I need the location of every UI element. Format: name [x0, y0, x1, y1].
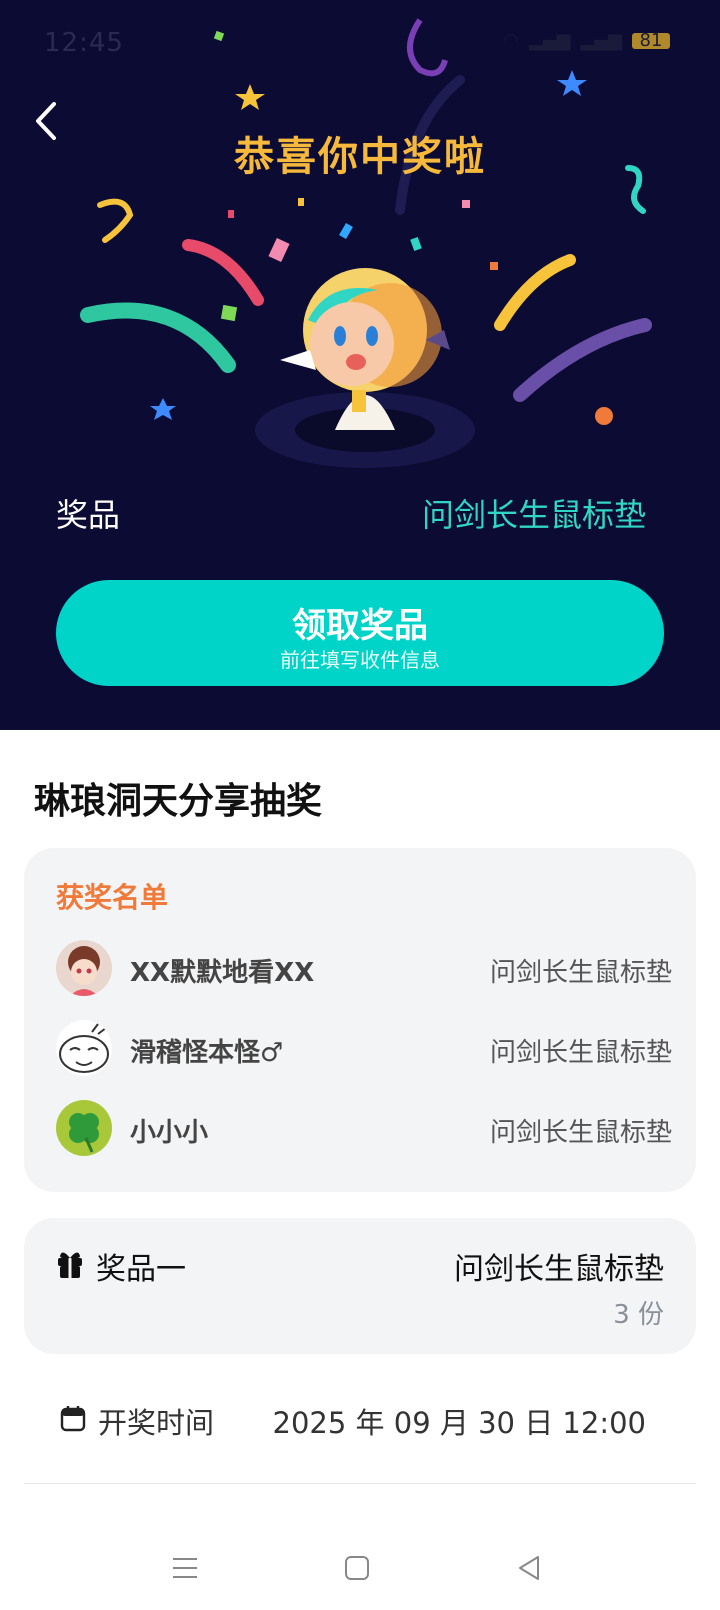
claim-button-sublabel: 前往填写收件信息	[280, 648, 440, 672]
nav-back-button[interactable]	[510, 1548, 550, 1588]
winners-card: 获奖名单 XX默默地看XX 问剑长生鼠标垫 滑稽怪本怪♂ 问剑长生鼠标垫 小小小…	[24, 848, 696, 1192]
winner-row[interactable]: 小小小 问剑长生鼠标垫	[56, 1100, 672, 1158]
prize-card-name: 问剑长生鼠标垫	[454, 1252, 664, 1287]
claim-prize-button[interactable]: 领取奖品 前往填写收件信息	[56, 580, 664, 686]
status-icons: ◠ ▂▄▆ ▂▄▆ 81	[503, 30, 670, 51]
wifi-icon: ◠	[503, 30, 519, 51]
nav-menu-button[interactable]	[165, 1548, 205, 1588]
hero-banner: 12:45 ◠ ▂▄▆ ▂▄▆ 81 恭喜你中奖啦 奖品 问剑长生鼠标垫 领取奖…	[0, 0, 720, 730]
nav-home-button[interactable]	[337, 1548, 377, 1588]
signal-icon: ▂▄▆	[528, 30, 571, 51]
system-nav-bar	[0, 1530, 720, 1610]
winner-prize: 问剑长生鼠标垫	[489, 1118, 672, 1148]
draw-time-row: 开奖时间 2025 年 09 月 30 日 12:00	[56, 1398, 646, 1448]
prize-row: 奖品 问剑长生鼠标垫	[56, 486, 646, 536]
avatar	[56, 1020, 112, 1076]
battery-icon: 81	[632, 31, 670, 49]
winner-prize: 问剑长生鼠标垫	[489, 1038, 672, 1068]
draw-time-label: 开奖时间	[98, 1406, 215, 1440]
calendar-icon	[60, 1406, 86, 1432]
prize-card-count: 3 份	[613, 1300, 664, 1330]
draw-time-value: 2025 年 09 月 30 日 12:00	[272, 1406, 647, 1440]
avatar	[56, 1100, 112, 1156]
winner-name: 滑稽怪本怪♂	[130, 1038, 284, 1068]
mascot-illustration	[255, 268, 475, 468]
claim-button-label: 领取奖品	[292, 606, 428, 646]
prize-value: 问剑长生鼠标垫	[421, 496, 646, 534]
winner-name: 小小小	[130, 1118, 209, 1148]
avatar	[56, 940, 112, 996]
divider	[24, 1483, 696, 1484]
status-time: 12:45	[44, 28, 124, 58]
prize-card-label: 奖品一	[96, 1252, 186, 1287]
prize-label: 奖品	[56, 496, 121, 534]
square-icon	[345, 1556, 369, 1580]
winner-prize: 问剑长生鼠标垫	[489, 958, 672, 988]
hero-title: 恭喜你中奖啦	[234, 134, 486, 180]
triangle-back-icon	[519, 1556, 539, 1580]
winner-row[interactable]: 滑稽怪本怪♂ 问剑长生鼠标垫	[56, 1020, 672, 1078]
gift-icon	[58, 1252, 82, 1278]
winner-name: XX默默地看XX	[130, 958, 315, 988]
status-bar: 12:45 ◠ ▂▄▆ ▂▄▆ 81	[0, 0, 720, 90]
section-title: 琳琅洞天分享抽奖	[34, 781, 323, 822]
winners-title: 获奖名单	[56, 881, 169, 914]
signal-icon-2: ▂▄▆	[580, 30, 622, 51]
prize-info-card: 奖品一 问剑长生鼠标垫 3 份	[24, 1218, 696, 1354]
menu-icon	[173, 1558, 197, 1578]
winner-row[interactable]: XX默默地看XX 问剑长生鼠标垫	[56, 940, 672, 998]
